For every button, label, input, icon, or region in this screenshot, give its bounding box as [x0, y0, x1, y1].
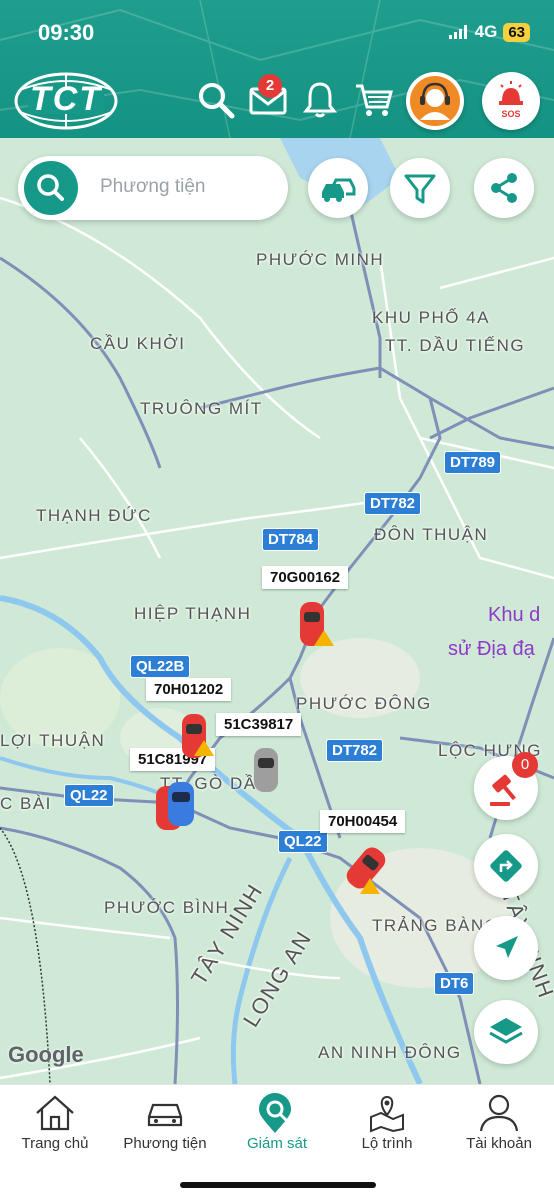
- nav-label: Phương tiện: [123, 1135, 207, 1152]
- nav-item-account[interactable]: Tài khoản: [444, 1085, 554, 1165]
- road-shield: QL22: [64, 784, 114, 807]
- nav-item-home[interactable]: Trang chủ: [0, 1085, 110, 1165]
- vehicle-marker-gray[interactable]: [250, 746, 282, 798]
- vehicle-list-button[interactable]: [308, 158, 368, 218]
- vehicle-marker-red[interactable]: [344, 844, 396, 896]
- directions-button[interactable]: [474, 834, 538, 898]
- place-label: PHƯỚC BÌNH: [104, 898, 230, 917]
- place-label: PHƯỚC MINH: [256, 250, 385, 269]
- search-icon: [37, 174, 64, 201]
- home-indicator: [180, 1182, 376, 1188]
- road-shield: DT782: [326, 739, 384, 762]
- cars-icon: [322, 178, 356, 202]
- nav-item-route[interactable]: Lộ trình: [332, 1085, 442, 1165]
- road-shield: QL22B: [130, 655, 191, 678]
- siren-icon: [499, 81, 523, 105]
- filter-button[interactable]: [390, 158, 450, 218]
- vehicle-plate-label[interactable]: 70H00454: [320, 810, 406, 833]
- place-label: TRUÔNG MÍT: [140, 399, 263, 418]
- network-type: 4G: [474, 22, 498, 41]
- search-button[interactable]: [24, 161, 78, 215]
- place-label: CẦU KHỞI: [90, 334, 186, 353]
- map-view[interactable]: PHƯỚC MINH KHU PHỐ 4A CẦU KHỞI TT. DẦU T…: [0, 138, 554, 1084]
- filter-icon: [404, 174, 436, 204]
- road-shield: QL22: [278, 830, 328, 853]
- layers-icon: [489, 1018, 523, 1044]
- status-indicators: 4G 63: [448, 22, 530, 42]
- vehicle-search-bar[interactable]: Phương tiện: [18, 156, 288, 220]
- search-icon[interactable]: [196, 80, 236, 120]
- bell-icon[interactable]: [300, 80, 340, 120]
- vehicle-plate-label[interactable]: 51C39817: [216, 713, 302, 736]
- battery-level: 63: [503, 22, 530, 42]
- place-label: AN NINH ĐÔNG: [318, 1043, 462, 1062]
- share-button[interactable]: [474, 158, 534, 218]
- sos-button[interactable]: SOS: [482, 72, 540, 130]
- road-shield: DT6: [434, 972, 475, 995]
- place-label: HIỆP THẠNH: [134, 604, 252, 623]
- route-icon: [370, 1095, 404, 1133]
- vehicle-plate-label[interactable]: 70H01202: [146, 678, 232, 701]
- support-button[interactable]: [406, 72, 464, 130]
- nav-label: Giám sát: [246, 1135, 307, 1152]
- vehicle-marker-red[interactable]: [296, 600, 336, 652]
- car-icon: [147, 1103, 183, 1127]
- alert-button[interactable]: 0: [474, 752, 538, 820]
- nav-label: Lộ trình: [361, 1135, 413, 1152]
- poi-label: sử Địa đạ: [448, 638, 535, 660]
- place-label: TT. DẦU TIẾNG: [385, 336, 526, 355]
- map-base: [0, 138, 554, 1084]
- nav-label: Trang chủ: [21, 1135, 89, 1152]
- google-attribution: Google: [8, 1042, 84, 1067]
- navigation-arrow-icon: [496, 936, 518, 958]
- nav-item-vehicles[interactable]: Phương tiện: [110, 1085, 220, 1165]
- alert-badge: 0: [512, 752, 538, 778]
- headset-agent-icon: [410, 76, 460, 126]
- logo-text: TCT: [29, 80, 103, 118]
- nav-label: Tài khoản: [466, 1135, 532, 1152]
- mail-badge: 2: [258, 74, 282, 98]
- my-location-button[interactable]: [474, 916, 538, 980]
- cart-icon[interactable]: [354, 80, 394, 120]
- place-label: PHƯỚC ĐÔNG: [296, 694, 432, 713]
- share-icon: [491, 173, 517, 203]
- poi-label: Khu d: [488, 604, 541, 626]
- road-shield: DT782: [364, 492, 422, 515]
- home-icon: [36, 1095, 74, 1131]
- place-label: LỢI THUẬN: [0, 731, 106, 750]
- vehicle-marker-blue[interactable]: [156, 778, 204, 834]
- user-icon: [479, 1094, 519, 1132]
- vehicle-plate-label[interactable]: 70G00162: [262, 566, 349, 589]
- monitor-pin-icon: [259, 1093, 291, 1133]
- map-layers-button[interactable]: [474, 1000, 538, 1064]
- sos-label: SOS: [501, 109, 521, 119]
- vehicle-marker-red[interactable]: [178, 712, 218, 764]
- status-time: 09:30: [38, 20, 95, 45]
- road-shield: DT789: [444, 451, 502, 474]
- road-shield: DT784: [262, 528, 320, 551]
- app-header: 09:30 4G 63 TCT 2 SOS: [0, 0, 554, 138]
- place-label: KHU PHỐ 4A: [372, 308, 490, 327]
- search-input-placeholder[interactable]: Phương tiện: [100, 176, 205, 198]
- place-label: ĐÔN THUẬN: [374, 525, 489, 544]
- directions-icon: [490, 850, 522, 882]
- place-label: THẠNH ĐỨC: [36, 506, 152, 525]
- place-label: C BÀI: [0, 794, 52, 813]
- signal-icon: [448, 25, 467, 39]
- nav-item-monitoring[interactable]: Giám sát: [222, 1085, 332, 1165]
